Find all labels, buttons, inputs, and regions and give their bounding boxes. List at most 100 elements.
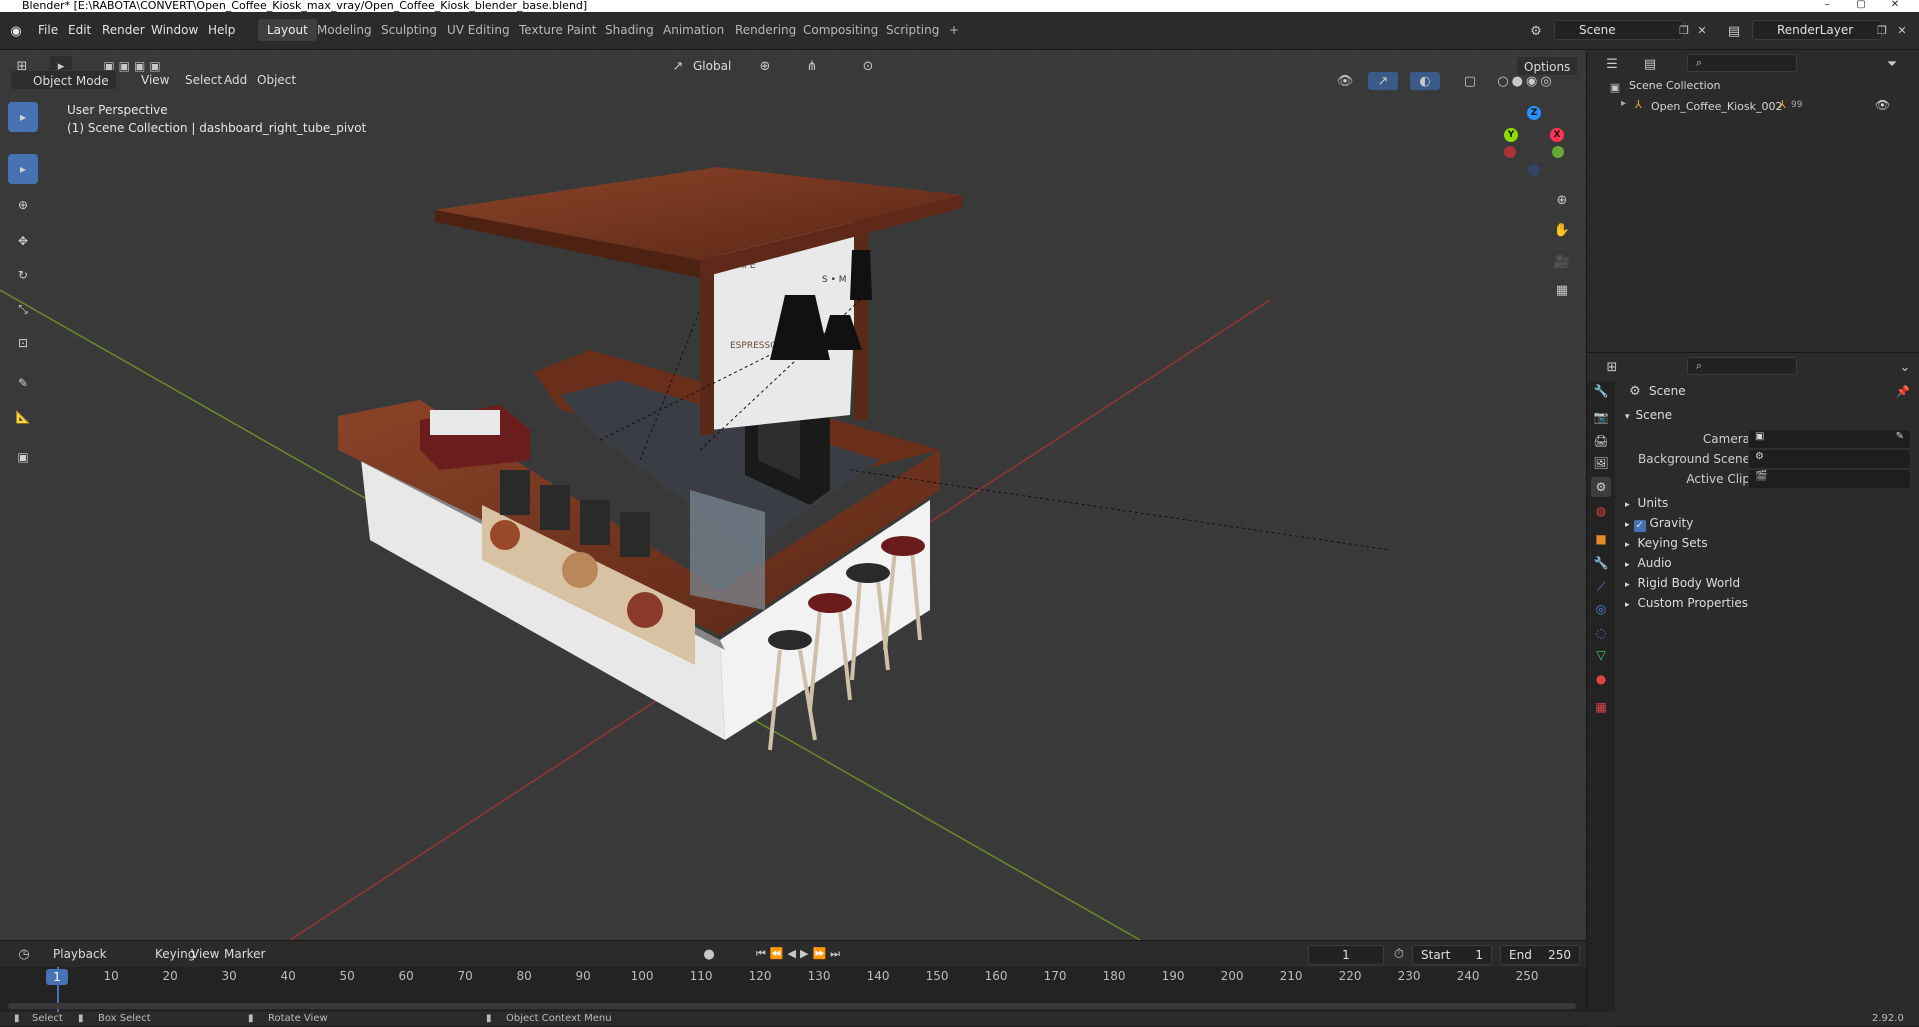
scene-icon[interactable]: ⚙	[1526, 21, 1546, 41]
close-window-icon[interactable]: ✕	[1880, 0, 1910, 12]
object-tab-icon[interactable]: ■	[1591, 529, 1611, 549]
menu-view[interactable]: View	[134, 70, 176, 90]
output-tab-icon[interactable]: 🖨	[1591, 431, 1611, 451]
tab-texture-paint[interactable]: Texture Paint	[510, 19, 605, 41]
blender-logo-icon[interactable]: ◉	[6, 21, 26, 41]
scene-tab-icon[interactable]: ⚙	[1591, 477, 1611, 497]
stopwatch-icon[interactable]: ⏱	[1390, 945, 1408, 963]
add-workspace-button[interactable]: +	[940, 19, 968, 41]
gravity-section[interactable]: ▸ ✓ Gravity	[1625, 513, 1693, 533]
end-frame-field[interactable]: End 250	[1500, 945, 1580, 965]
measure-tool-icon[interactable]: 📐	[8, 402, 38, 432]
select-box-tool-icon[interactable]: ▸	[8, 154, 38, 184]
keying-sets-section[interactable]: ▸ Keying Sets	[1625, 533, 1708, 553]
copy-scene-icon[interactable]: ❐	[1676, 21, 1692, 39]
eyedropper-icon[interactable]: ✎	[1896, 431, 1904, 442]
tab-shading[interactable]: Shading	[596, 19, 663, 41]
rotate-tool-icon[interactable]: ↻	[8, 260, 38, 290]
units-section[interactable]: ▸ Units	[1625, 493, 1668, 513]
timeline-ruler[interactable]: 1 11020304050607080901001101201301401501…	[0, 967, 1586, 1013]
constraints-tab-icon[interactable]: ◌	[1591, 623, 1611, 643]
texture-tab-icon[interactable]: ▦	[1591, 697, 1611, 717]
menu-object[interactable]: Object	[250, 70, 303, 90]
render-layer-selector[interactable]: RenderLayer	[1752, 20, 1882, 40]
zoom-icon[interactable]: ⊕	[1550, 188, 1574, 212]
world-tab-icon[interactable]: ◍	[1591, 501, 1611, 521]
shading-mode-icons[interactable]: ○●◉◎	[1482, 72, 1570, 90]
menu-render[interactable]: Render	[96, 20, 151, 40]
gizmo-y[interactable]: Y	[1504, 128, 1518, 142]
overlay-toggle-icon[interactable]: ◐	[1410, 72, 1440, 90]
modifier-tab-icon[interactable]: 🔧	[1591, 553, 1611, 573]
properties-type-icon[interactable]: ⊞	[1597, 357, 1627, 377]
view-layer-tab-icon[interactable]: 🖼	[1591, 453, 1611, 473]
tab-compositing[interactable]: Compositing	[794, 19, 887, 41]
record-icon[interactable]: ●	[700, 945, 718, 963]
background-scene-field[interactable]: ⚙	[1748, 449, 1911, 469]
custom-properties-section[interactable]: ▸ Custom Properties	[1625, 593, 1748, 613]
ortho-grid-icon[interactable]: ▦	[1550, 278, 1574, 302]
current-frame-field[interactable]: 1	[1308, 945, 1384, 965]
rigid-body-world-section[interactable]: ▸ Rigid Body World	[1625, 573, 1740, 593]
gizmo-neg-x[interactable]	[1504, 146, 1516, 158]
annotate-tool-icon[interactable]: ✎	[8, 368, 38, 398]
minimize-icon[interactable]: –	[1812, 0, 1842, 12]
eye-icon[interactable]: 👁	[1875, 98, 1890, 112]
expand-arrow-icon[interactable]: ▸	[1621, 98, 1626, 109]
transform-orientation-dropdown[interactable]: Global	[686, 56, 738, 76]
gizmo-z[interactable]: Z	[1527, 106, 1541, 120]
object-name[interactable]: Open_Coffee_Kiosk_002	[1651, 100, 1783, 113]
gizmo-neg-y[interactable]	[1552, 146, 1564, 158]
scale-tool-icon[interactable]: ⤡	[8, 294, 38, 324]
visibility-icon[interactable]: 👁	[1330, 72, 1360, 90]
particles-tab-icon[interactable]: ⟋	[1591, 577, 1611, 597]
material-tab-icon[interactable]: ●	[1591, 669, 1611, 689]
active-clip-field[interactable]: 🎬	[1748, 469, 1911, 489]
menu-help[interactable]: Help	[202, 20, 241, 40]
camera-view-icon[interactable]: 🎥	[1550, 250, 1574, 274]
display-mode-icon[interactable]: ▤	[1635, 54, 1665, 74]
maximize-icon[interactable]: ▢	[1846, 0, 1876, 12]
gizmo-x[interactable]: X	[1550, 128, 1564, 142]
menu-add[interactable]: Add	[217, 70, 254, 90]
gravity-checkbox[interactable]: ✓	[1633, 520, 1646, 532]
add-cube-tool-icon[interactable]: ▣	[8, 442, 38, 472]
tab-uv-editing[interactable]: UV Editing	[438, 19, 519, 41]
menu-edit[interactable]: Edit	[62, 20, 97, 40]
tab-sculpting[interactable]: Sculpting	[372, 19, 446, 41]
filter-icon[interactable]: ⏷	[1877, 54, 1907, 74]
pin-icon[interactable]: 📌	[1895, 381, 1911, 401]
snap-icon[interactable]: ⋔	[790, 56, 834, 76]
scene-panel-header[interactable]: ▾ Scene	[1625, 405, 1672, 425]
delete-scene-icon[interactable]: ✕	[1694, 21, 1710, 39]
menu-window[interactable]: Window	[145, 20, 204, 40]
orientation-icon[interactable]: ↗	[670, 56, 686, 76]
pan-hand-icon[interactable]: ✋	[1550, 218, 1574, 242]
mode-dropdown[interactable]: Object Mode	[10, 70, 117, 90]
move-tool-icon[interactable]: ✥	[8, 226, 38, 256]
xray-icon[interactable]: ▢	[1462, 72, 1478, 90]
navigation-gizmo[interactable]: Z Y X	[1500, 106, 1570, 176]
menu-file[interactable]: File	[32, 20, 64, 40]
playhead-label[interactable]: 1	[46, 969, 68, 985]
cursor-tool-icon[interactable]: ⊕	[8, 190, 38, 220]
audio-section[interactable]: ▸ Audio	[1625, 553, 1672, 573]
tool-tab-icon[interactable]: 🔧	[1591, 381, 1611, 401]
tab-modeling[interactable]: Modeling	[308, 19, 381, 41]
marker-menu[interactable]: Marker	[217, 944, 272, 964]
outliner-type-icon[interactable]: ☰	[1597, 54, 1627, 74]
playback-controls[interactable]: ⏮⏪◀▶⏩⏭	[744, 945, 856, 963]
physics-tab-icon[interactable]: ◎	[1591, 599, 1611, 619]
active-select-tool-icon[interactable]: ▸	[8, 102, 38, 132]
scene-collection-label[interactable]: Scene Collection	[1629, 79, 1720, 92]
pivot-icon[interactable]: ⊕	[750, 56, 780, 76]
camera-field[interactable]: ▣ ✎	[1748, 429, 1911, 449]
timeline-type-icon[interactable]: ◷	[10, 944, 38, 964]
data-tab-icon[interactable]: ▽	[1591, 645, 1611, 665]
props-menu-icon[interactable]: ⌄	[1897, 357, 1913, 377]
tab-animation[interactable]: Animation	[654, 19, 733, 41]
transform-tool-icon[interactable]: ⊡	[8, 328, 38, 358]
start-frame-field[interactable]: Start 1	[1412, 945, 1492, 965]
timeline-scrollbar[interactable]	[8, 1003, 1576, 1009]
delete-layer-icon[interactable]: ✕	[1894, 21, 1910, 39]
